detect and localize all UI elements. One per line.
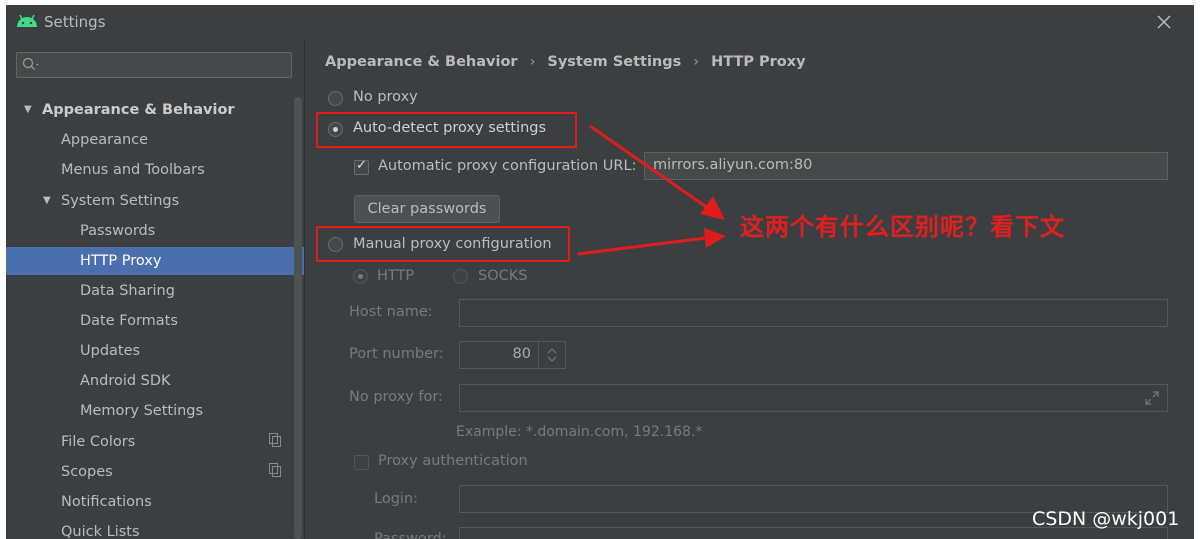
annotation-arrows — [577, 124, 726, 256]
annotation-text: 这两个有什么区别呢？看下文 — [740, 213, 1065, 241]
watermark: CSDN @wkj001 — [1032, 508, 1180, 530]
